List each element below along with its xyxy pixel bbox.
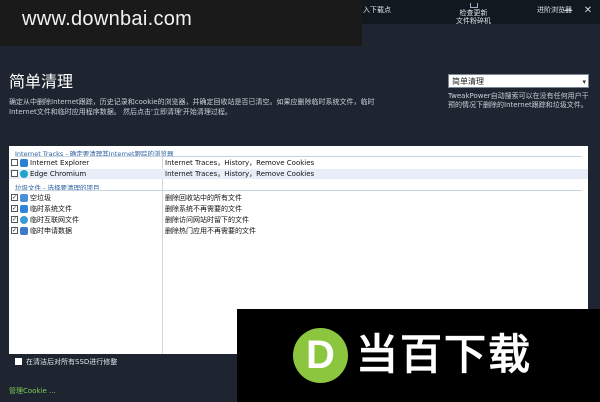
mode-description: TweakPower自动搜索可以在没有任何用户干预的情况下删除的Internet… bbox=[448, 92, 589, 109]
check-update-button[interactable]: 检查更新 文件粉碎机 bbox=[456, 3, 491, 25]
list-item-edge-chromium[interactable]: Edge Chromium Internet Traces，History，Re… bbox=[9, 169, 588, 179]
globe-icon bbox=[20, 216, 28, 224]
checkbox[interactable] bbox=[11, 170, 18, 177]
page-description: 确定从中删除Internet跟踪，历史记录和cookie的浏览器，并确定回收站是… bbox=[9, 98, 375, 116]
item-name: 临时系统文件 bbox=[30, 205, 72, 213]
close-button[interactable]: ✕ bbox=[579, 2, 597, 20]
window-controls: — ✕ bbox=[541, 2, 597, 20]
dropdown-value: 简单清理 bbox=[452, 77, 484, 86]
item-name: 临时互联网文件 bbox=[30, 216, 79, 224]
edge-icon bbox=[20, 170, 28, 178]
list-item-temp-internet-files[interactable]: ✓ 临时互联网文件 删除访问网站时留下的文件 bbox=[9, 215, 588, 225]
list-item-internet-explorer[interactable]: Internet Explorer Internet Traces，Histor… bbox=[9, 158, 588, 168]
page-title: 简单清理 bbox=[9, 72, 74, 91]
recycle-bin-icon bbox=[20, 194, 28, 202]
divider bbox=[15, 156, 582, 157]
checkbox-checked[interactable]: ✓ bbox=[11, 227, 18, 234]
item-detail: 删除访问网站时留下的文件 bbox=[165, 216, 249, 224]
item-name: Edge Chromium bbox=[30, 170, 87, 178]
minimize-button[interactable]: — bbox=[559, 2, 577, 20]
mode-dropdown[interactable]: 简单清理 ▾ bbox=[448, 74, 589, 88]
divider bbox=[15, 190, 582, 191]
list-item-empty-trash[interactable]: ✓ 空垃圾 删除回收站中的所有文件 bbox=[9, 193, 588, 203]
logo-letter: D bbox=[306, 333, 335, 377]
ssd-checkbox[interactable] bbox=[15, 358, 22, 365]
item-detail: 删除系统不再需要的文件 bbox=[165, 205, 242, 213]
list-item-temp-system-files[interactable]: ✓ 临时系统文件 删除系统不再需要的文件 bbox=[9, 204, 588, 214]
watermark-text: www.downbai.com bbox=[22, 8, 193, 30]
item-name: 空垃圾 bbox=[30, 194, 51, 202]
chevron-down-icon: ▾ bbox=[582, 78, 586, 86]
ssd-trim-option[interactable]: 在清洁后对所有SSD进行修整 bbox=[15, 357, 117, 367]
checkbox-checked[interactable]: ✓ bbox=[11, 194, 18, 201]
item-detail: 删除回收站中的所有文件 bbox=[165, 194, 242, 202]
item-name: Internet Explorer bbox=[30, 159, 90, 167]
manage-cookies-link[interactable]: 管理Cookie ... bbox=[9, 386, 56, 396]
menu-item-partial[interactable]: 入下载点 bbox=[363, 6, 391, 14]
column-divider bbox=[162, 156, 163, 354]
app-data-icon bbox=[20, 227, 28, 235]
file-shredder-label: 文件粉碎机 bbox=[456, 17, 491, 25]
checkbox-checked[interactable]: ✓ bbox=[11, 205, 18, 212]
logo-text: 当百下载 bbox=[356, 330, 533, 379]
watermark-overlay: www.downbai.com bbox=[0, 0, 362, 46]
item-detail: 删除热门应用不再需要的文件 bbox=[165, 227, 256, 235]
download-icon bbox=[469, 3, 478, 8]
item-name: 临时申请数据 bbox=[30, 227, 72, 235]
ssd-label: 在清洁后对所有SSD进行修整 bbox=[26, 358, 118, 366]
logo-overlay: D 当百下载 bbox=[237, 309, 600, 402]
list-item-temp-app-data[interactable]: ✓ 临时申请数据 删除热门应用不再需要的文件 bbox=[9, 226, 588, 236]
ie-icon bbox=[20, 159, 28, 167]
item-detail: Internet Traces，History，Remove Cookies bbox=[165, 170, 315, 178]
checkbox-checked[interactable]: ✓ bbox=[11, 216, 18, 223]
item-detail: Internet Traces，History，Remove Cookies bbox=[165, 159, 315, 167]
checkbox[interactable] bbox=[11, 159, 18, 166]
windows-icon bbox=[20, 205, 28, 213]
